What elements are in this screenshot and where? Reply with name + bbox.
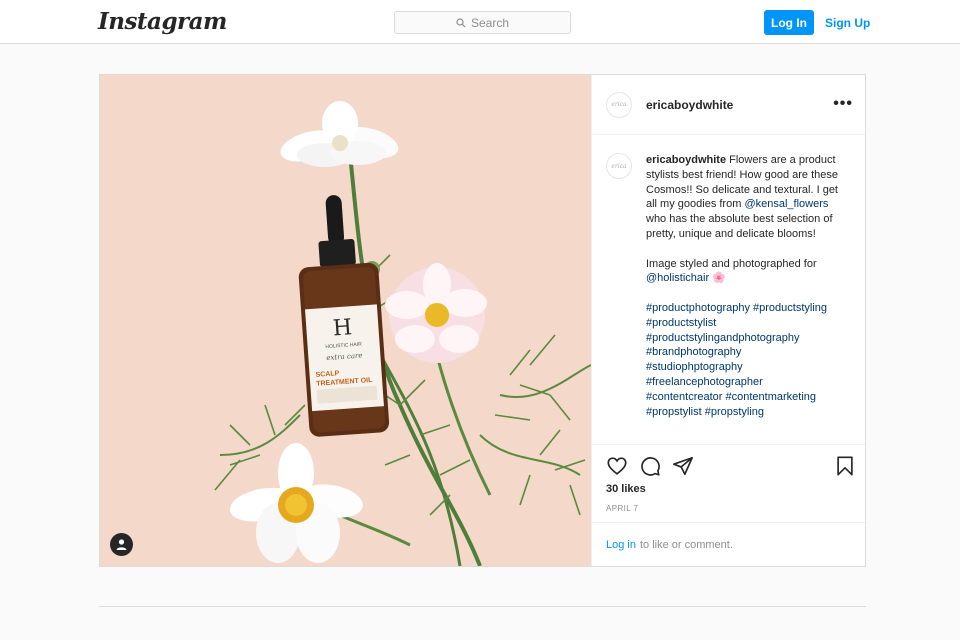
comments-section: erica ericaboydwhite Flowers are a produ… [592,135,865,444]
caption-body-3: Image styled and photographed for [646,257,817,270]
hashtag-link[interactable]: #productstylingandphotography [646,332,800,344]
caption-text: ericaboydwhite Flowers are a product sty… [646,153,851,419]
login-prompt: Log in to like or comment. [592,522,865,567]
hashtag-link[interactable]: #contentmarketing [726,391,817,403]
top-nav: Instagram Search Log In Sign Up [0,0,960,44]
hashtag-link[interactable]: #productstylist [646,317,716,329]
post-card: H HOLISTIC HAIR extra care SCALP TREATME… [99,74,866,567]
hashtag-link[interactable]: #propstyling [705,406,764,418]
hashtag-link[interactable]: #studiophptography [646,361,743,373]
heart-icon[interactable] [606,455,628,477]
hashtag-link[interactable]: #propstylist [646,406,702,418]
bookmark-icon[interactable] [834,455,856,477]
share-icon[interactable] [672,455,694,477]
post-username[interactable]: ericaboydwhite [646,98,733,112]
svg-text:H: H [332,315,353,341]
login-link[interactable]: Log in [606,539,636,551]
comment-icon[interactable] [639,455,661,477]
footer-divider [99,606,866,607]
mention-link[interactable]: @holistichair [646,272,709,284]
like-count[interactable]: 30 likes [606,483,646,495]
avatar[interactable]: erica [606,153,632,179]
hashtag-link[interactable]: #contentcreator [646,391,722,403]
avatar[interactable]: erica [606,91,632,118]
login-prompt-text: to like or comment. [639,539,733,551]
search-icon [456,17,466,27]
caption-body-2: who has the absolute best selection of p… [646,213,833,240]
user-icon [116,539,127,550]
more-options-icon[interactable]: ••• [833,96,853,112]
flower-emoji: 🌸 [712,272,726,285]
hashtag-link[interactable]: #productstyling [753,302,827,314]
hashtag-link[interactable]: #brandphotography [646,346,741,358]
post-actions: 30 likes APRIL 7 Log in to like or comme… [592,444,865,566]
product-photo-illustration: H HOLISTIC HAIR extra care SCALP TREATME… [100,75,591,566]
post-photo[interactable]: H HOLISTIC HAIR extra care SCALP TREATME… [100,75,591,566]
hashtag-link[interactable]: #freelancephotographer [646,376,763,388]
mention-link[interactable]: @kensal_flowers [744,198,828,210]
signup-link[interactable]: Sign Up [825,10,870,35]
post-sidebar: erica ericaboydwhite ••• erica ericaboyd… [591,75,865,566]
search-input[interactable]: Search [394,11,571,34]
tagged-users-button[interactable] [110,533,133,556]
search-placeholder: Search [470,15,510,30]
instagram-logo[interactable]: Instagram [98,6,227,38]
caption-username[interactable]: ericaboydwhite [646,154,726,166]
post-date[interactable]: APRIL 7 [606,504,638,513]
caption-row: erica ericaboydwhite Flowers are a produ… [606,153,851,419]
login-button[interactable]: Log In [764,10,814,35]
post-header: erica ericaboydwhite ••• [592,75,865,135]
action-icons [606,455,854,477]
hashtag-link[interactable]: #productphotography [646,302,750,314]
